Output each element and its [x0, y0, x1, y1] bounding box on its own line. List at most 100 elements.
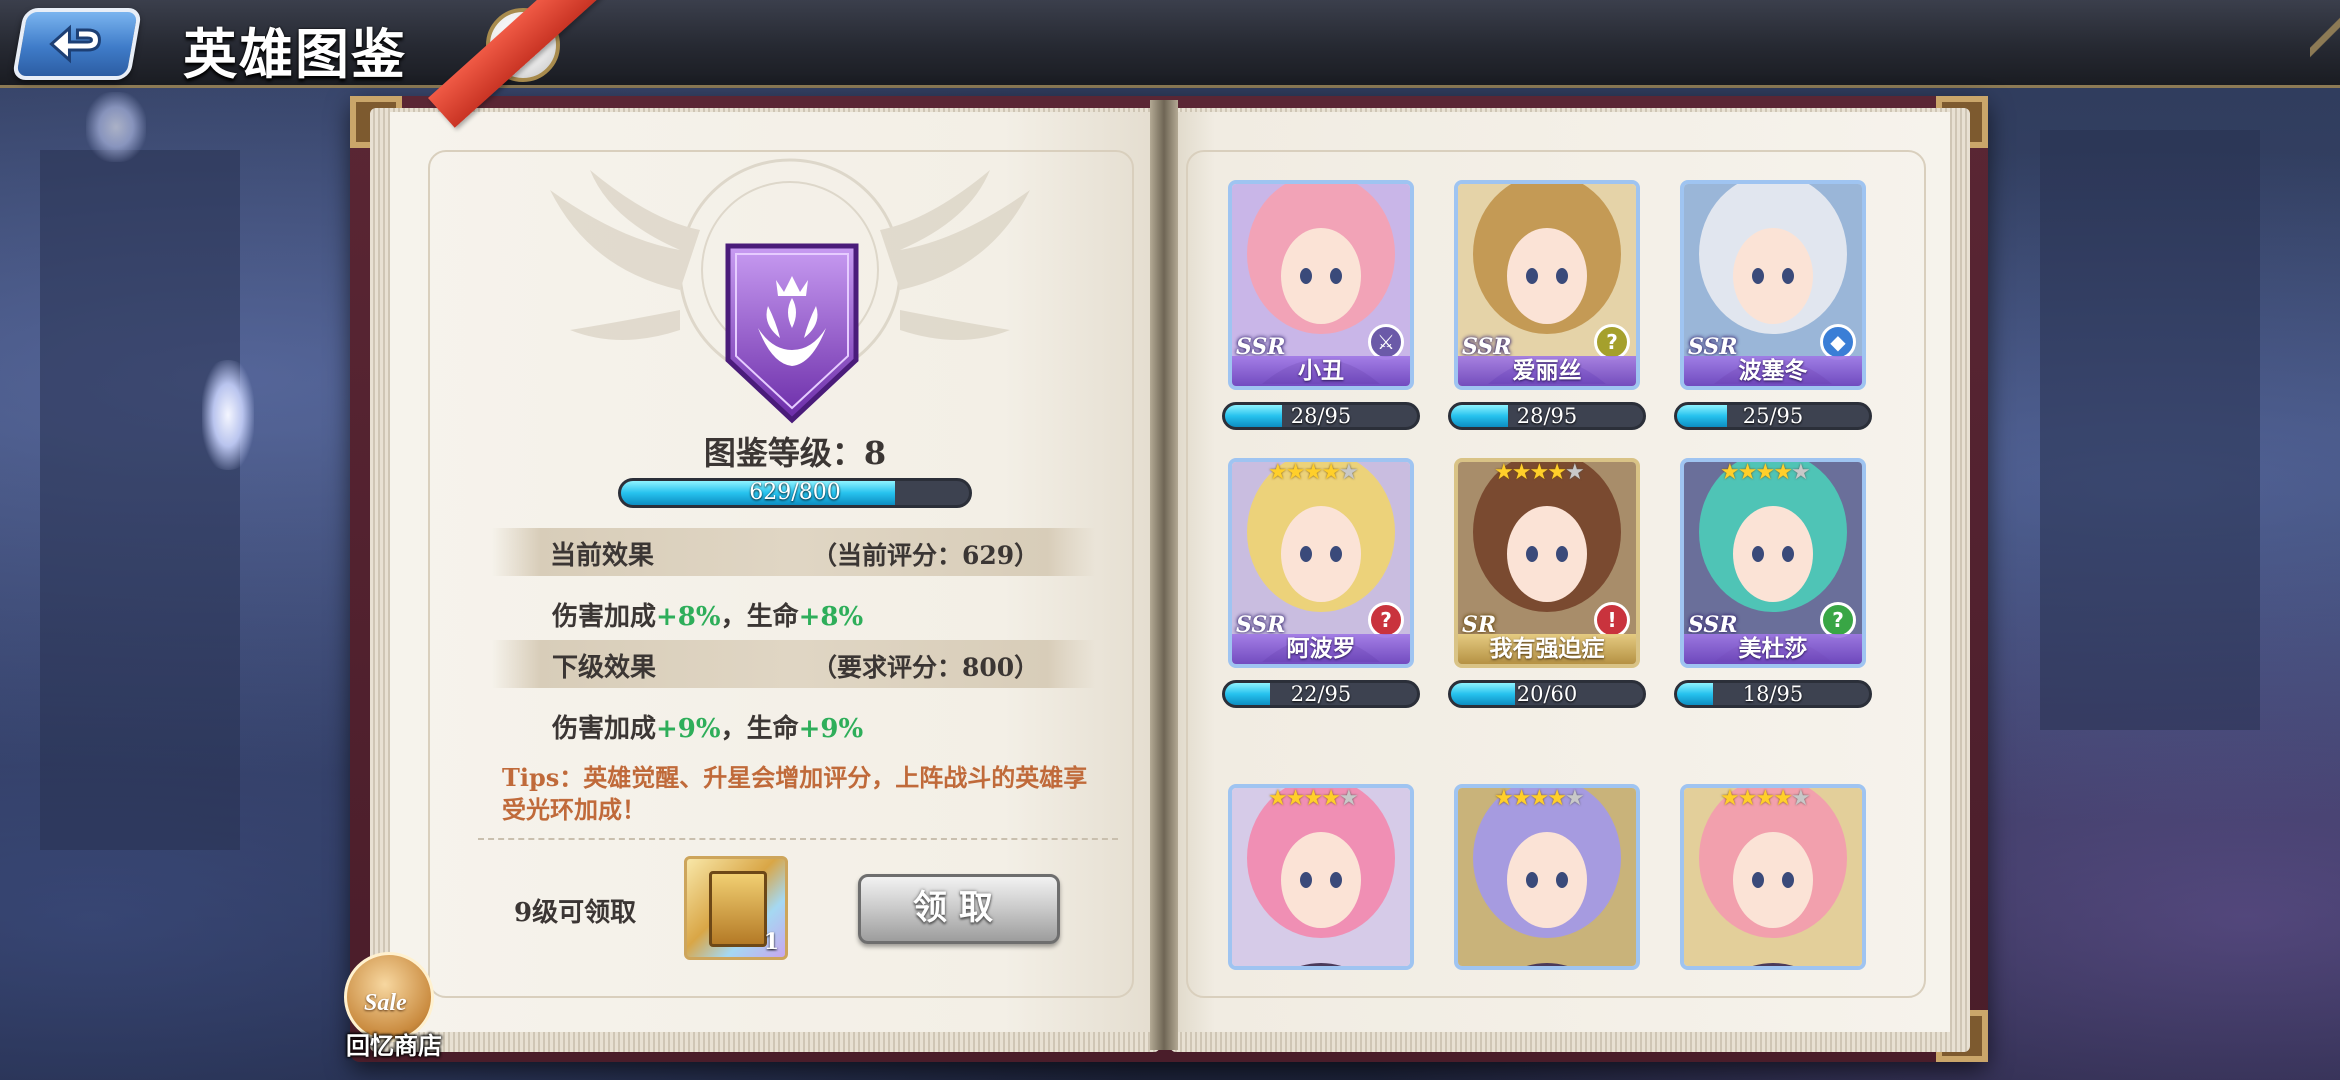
hero-card[interactable]: SSR ◆ 波塞冬	[1680, 180, 1866, 390]
hp-value: +8%	[798, 602, 864, 632]
hero-card[interactable]: ★★★★★	[1228, 784, 1414, 970]
hero-card[interactable]: ★★★★★ SR! 我有强迫症	[1454, 458, 1640, 668]
hero-star-rating: ★★★★★	[1494, 786, 1585, 812]
star-icon: ★	[1511, 786, 1532, 811]
star-icon: ★	[1268, 460, 1288, 485]
book-spine	[1150, 100, 1178, 1050]
hero-class-icon: ?	[1820, 602, 1856, 638]
hero-shard-progress-bar: 25/95	[1674, 402, 1872, 430]
hero-star-rating: ★★★★★	[1268, 786, 1359, 812]
hero-name: 美杜莎	[1684, 634, 1862, 664]
damage-value: +8%	[656, 602, 721, 632]
hero-card[interactable]: SSR? 爱丽丝	[1454, 180, 1640, 390]
hero-portrait	[1232, 788, 1410, 966]
hero-card[interactable]: SSR ⚔ 小丑	[1228, 180, 1414, 390]
star-icon: ★	[1338, 786, 1359, 811]
star-icon: ★	[1511, 460, 1532, 485]
star-icon: ★	[1285, 786, 1306, 811]
next-effect-line: 伤害加成+9%，生命+9%	[552, 708, 863, 745]
hero-star-rating: ★★★★★	[1720, 786, 1811, 812]
star-icon: ★	[1494, 460, 1514, 485]
claim-button[interactable]: 领取	[858, 874, 1060, 944]
damage-label: 伤害加成	[552, 714, 657, 744]
hero-shard-progress-bar: 20/60	[1448, 680, 1646, 708]
star-icon: ★	[1303, 460, 1323, 485]
star-icon: ★	[1773, 786, 1793, 811]
star-icon: ★	[1529, 786, 1549, 811]
hero-name: 小丑	[1232, 356, 1410, 386]
star-icon: ★	[1285, 460, 1306, 485]
hero-shard-progress-bar: 18/95	[1674, 680, 1872, 708]
hp-label: 生命	[746, 602, 799, 632]
hero-card[interactable]: ★★★★★ SSR? 阿波罗	[1228, 458, 1414, 668]
background-tower	[2040, 130, 2260, 730]
current-score: （当前评分：629）	[812, 541, 1040, 570]
background-tower	[40, 150, 240, 850]
reward-count: 1	[763, 929, 779, 955]
separator: ，	[720, 602, 747, 632]
codex-rank-badge-icon	[725, 243, 859, 424]
back-arrow-icon	[49, 24, 101, 64]
hero-class-icon: ?	[1594, 324, 1630, 360]
star-icon: ★	[1338, 460, 1359, 485]
shop-sale-badge: Sale	[364, 990, 407, 1016]
hero-star-rating: ★★★★★	[1720, 460, 1811, 486]
hero-shard-count: 20/60	[1516, 682, 1578, 706]
hero-shard-progress-bar: 28/95	[1448, 402, 1646, 430]
memory-shop-button[interactable]: Sale 回忆商店	[334, 952, 454, 1064]
hero-card[interactable]: ★★★★★	[1454, 784, 1640, 970]
hero-name: 阿波罗	[1232, 634, 1410, 664]
back-button[interactable]	[11, 8, 143, 80]
star-icon: ★	[1547, 460, 1567, 485]
next-effect-title: 下级效果	[552, 653, 657, 683]
hp-label: 生命	[746, 714, 799, 744]
star-icon: ★	[1737, 460, 1758, 485]
star-icon: ★	[1564, 460, 1585, 485]
hero-shard-count: 25/95	[1742, 404, 1804, 428]
star-icon: ★	[1790, 460, 1811, 485]
star-icon: ★	[1755, 460, 1775, 485]
shop-label: 回忆商店	[346, 1031, 442, 1060]
hero-card[interactable]: ★★★★★ SSR? 美杜莎	[1680, 458, 1866, 668]
star-icon: ★	[1755, 786, 1775, 811]
damage-value: +9%	[656, 714, 721, 744]
hero-shard-count: 18/95	[1742, 682, 1804, 706]
hero-class-icon: ◆	[1820, 324, 1856, 360]
star-icon: ★	[1494, 786, 1514, 811]
star-icon: ★	[1773, 460, 1793, 485]
current-effect-line: 伤害加成+8%，生命+8%	[552, 596, 863, 633]
hero-class-icon: ⚔	[1368, 324, 1404, 360]
damage-label: 伤害加成	[552, 602, 657, 632]
background-lamp	[202, 360, 254, 470]
star-icon: ★	[1737, 786, 1758, 811]
star-icon: ★	[1268, 786, 1288, 811]
separator: ，	[720, 714, 747, 744]
hero-shard-count: 22/95	[1290, 682, 1352, 706]
hero-portrait	[1458, 788, 1636, 966]
star-icon: ★	[1321, 460, 1341, 485]
topbar-corner-ornament	[2310, 0, 2340, 88]
hero-portrait	[1684, 788, 1862, 966]
star-icon: ★	[1529, 460, 1549, 485]
tips-text: Tips：英雄觉醒、升星会增加评分，上阵战斗的英雄享受光环加成！	[502, 763, 1088, 824]
hero-name: 爱丽丝	[1458, 356, 1636, 386]
codex-progress-text: 629/800	[749, 480, 841, 505]
hero-shard-progress-bar: 28/95	[1222, 402, 1420, 430]
hero-shard-count: 28/95	[1290, 404, 1352, 428]
hero-card[interactable]: ★★★★★	[1680, 784, 1866, 970]
next-required-score: （要求评分：800）	[812, 653, 1040, 682]
hp-value: +9%	[798, 714, 864, 744]
hero-name: 波塞冬	[1684, 356, 1862, 386]
hero-star-rating: ★★★★★	[1268, 460, 1359, 486]
background-lamp	[86, 92, 146, 162]
star-icon: ★	[1790, 786, 1811, 811]
star-icon: ★	[1720, 460, 1740, 485]
star-icon: ★	[1547, 786, 1567, 811]
page-title: 英雄图鉴	[183, 22, 407, 86]
hero-star-rating: ★★★★★	[1494, 460, 1585, 486]
star-icon: ★	[1321, 786, 1341, 811]
reward-item-slot[interactable]: 1	[684, 856, 788, 960]
star-icon: ★	[1564, 786, 1585, 811]
hero-shard-progress-bar: 22/95	[1222, 680, 1420, 708]
hero-class-icon: ?	[1368, 602, 1404, 638]
